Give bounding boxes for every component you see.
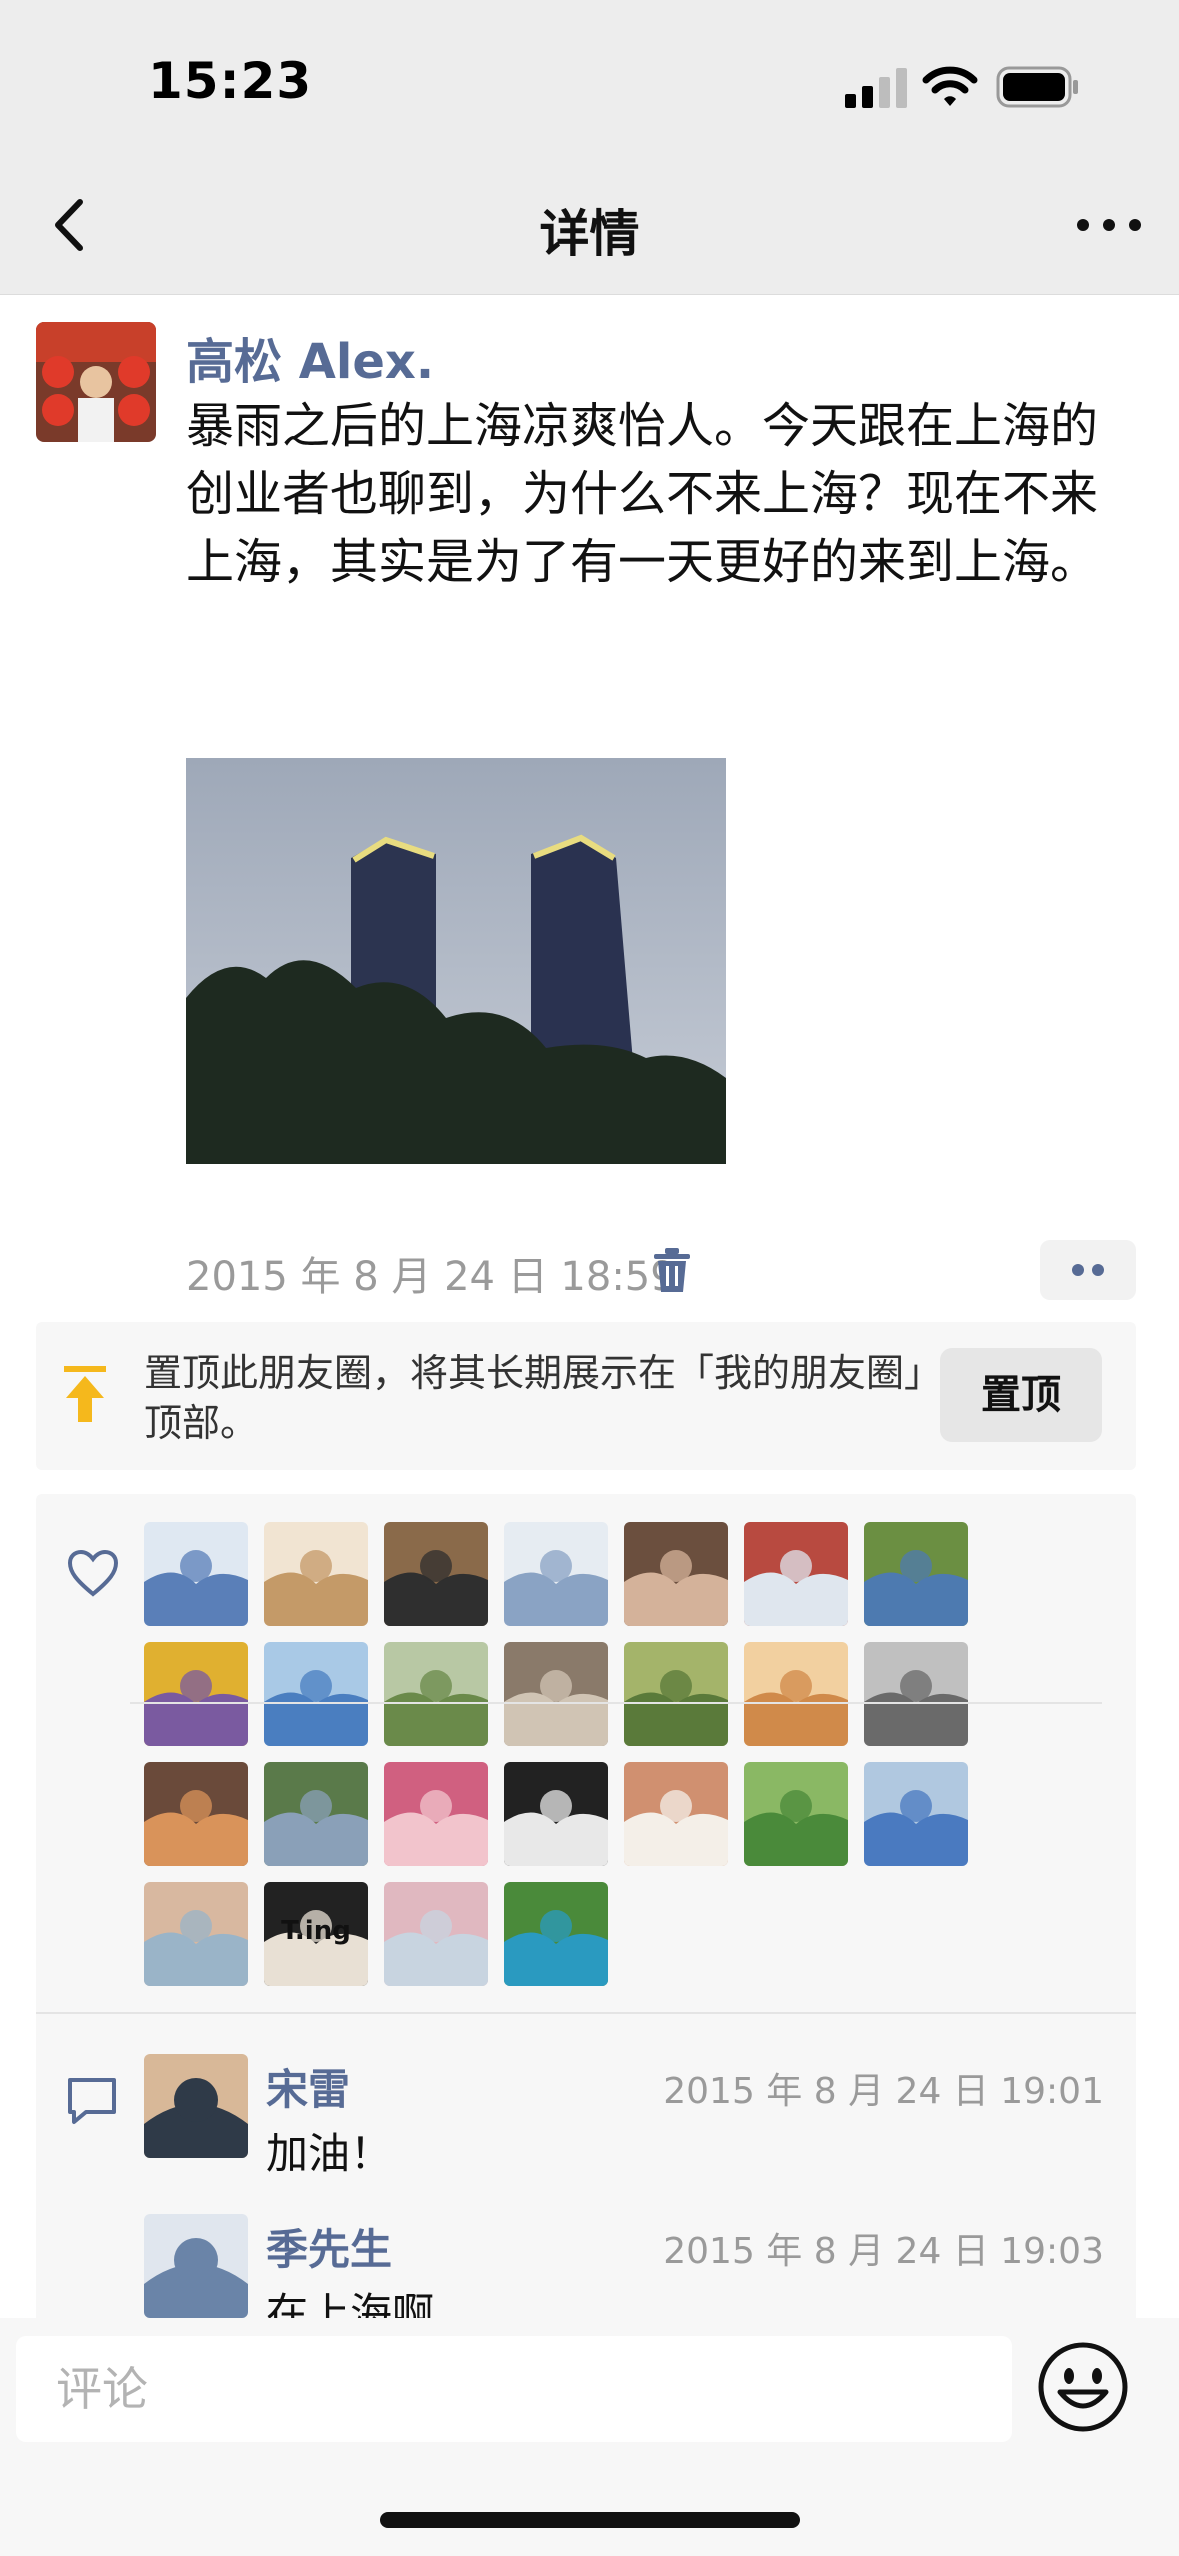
like-avatar[interactable]: T.ing [264, 1882, 368, 1986]
post-actions-button[interactable] [1040, 1240, 1136, 1300]
pin-description: 置顶此朋友圈，将其长期展示在「我的朋友圈」顶部。 [144, 1351, 924, 1445]
avatar-text-label: T.ing [281, 1916, 351, 1946]
like-avatar[interactable] [144, 1522, 248, 1626]
more-dots-icon[interactable] [1069, 200, 1149, 250]
like-avatar[interactable] [504, 1642, 608, 1746]
like-avatar[interactable] [384, 1882, 488, 1986]
like-avatar[interactable] [144, 1642, 248, 1746]
like-avatar[interactable] [744, 1522, 848, 1626]
like-avatar[interactable] [624, 1642, 728, 1746]
like-avatar[interactable] [144, 1762, 248, 1866]
like-avatar[interactable] [384, 1522, 488, 1626]
pin-to-top-icon [64, 1366, 106, 1422]
comment-input[interactable] [16, 2336, 1012, 2442]
commenter-name[interactable]: 季先生 [266, 2216, 392, 2277]
like-avatar[interactable] [504, 1762, 608, 1866]
author-name[interactable]: 高松 Alex. [186, 322, 434, 392]
trash-icon[interactable] [652, 1246, 692, 1296]
status-bar: 15:23 [0, 0, 1179, 160]
comment-bubble-icon [68, 2078, 116, 2124]
like-avatar[interactable] [864, 1642, 968, 1746]
comment-divider [130, 1702, 1102, 1704]
like-avatar[interactable] [624, 1522, 728, 1626]
commenter-avatar[interactable] [144, 2214, 248, 2318]
heart-icon [67, 1549, 119, 1597]
like-avatar[interactable] [264, 1522, 368, 1626]
smiley-face-icon[interactable] [1036, 2340, 1130, 2434]
signal-icon [845, 68, 907, 108]
like-avatar[interactable] [384, 1642, 488, 1746]
like-avatar[interactable] [744, 1762, 848, 1866]
home-indicator [380, 2512, 800, 2528]
post-text: 暴雨之后的上海凉爽怡人。今天跟在上海的创业者也聊到，为什么不来上海？现在不来上海… [186, 398, 1099, 590]
page-title: 详情 [539, 205, 640, 263]
comment-item[interactable]: 宋雷 2015 年 8 月 24 日 19:01 加油！ [144, 2054, 1104, 2184]
commenter-avatar[interactable] [144, 2054, 248, 2158]
like-avatar[interactable] [864, 1522, 968, 1626]
comment-time: 2015 年 8 月 24 日 19:03 [663, 2231, 1104, 2272]
nav-bar: 详情 [0, 160, 1179, 295]
wifi-icon [922, 66, 978, 106]
like-avatar[interactable] [264, 1762, 368, 1866]
divider [36, 2012, 1136, 2014]
post-photo[interactable] [186, 758, 726, 1164]
comment-time: 2015 年 8 月 24 日 19:01 [663, 2071, 1104, 2112]
pin-button[interactable]: 置顶 [940, 1348, 1102, 1442]
like-avatar[interactable] [264, 1642, 368, 1746]
author-avatar[interactable] [36, 322, 156, 442]
like-avatar[interactable] [384, 1762, 488, 1866]
battery-icon [996, 66, 1078, 108]
like-avatar[interactable] [864, 1762, 968, 1866]
pin-banner: 置顶此朋友圈，将其长期展示在「我的朋友圈」顶部。 置顶 [36, 1322, 1136, 1470]
status-time: 15:23 [148, 52, 313, 110]
like-avatar[interactable] [504, 1882, 608, 1986]
comment-text: 加油！ [266, 2129, 393, 2178]
like-avatar[interactable] [624, 1762, 728, 1866]
like-avatar[interactable] [744, 1642, 848, 1746]
commenter-name[interactable]: 宋雷 [266, 2056, 350, 2117]
like-avatar[interactable] [144, 1882, 248, 1986]
like-avatar[interactable] [504, 1522, 608, 1626]
post-timestamp: 2015 年 8 月 24 日 18:59 [186, 1254, 676, 1300]
